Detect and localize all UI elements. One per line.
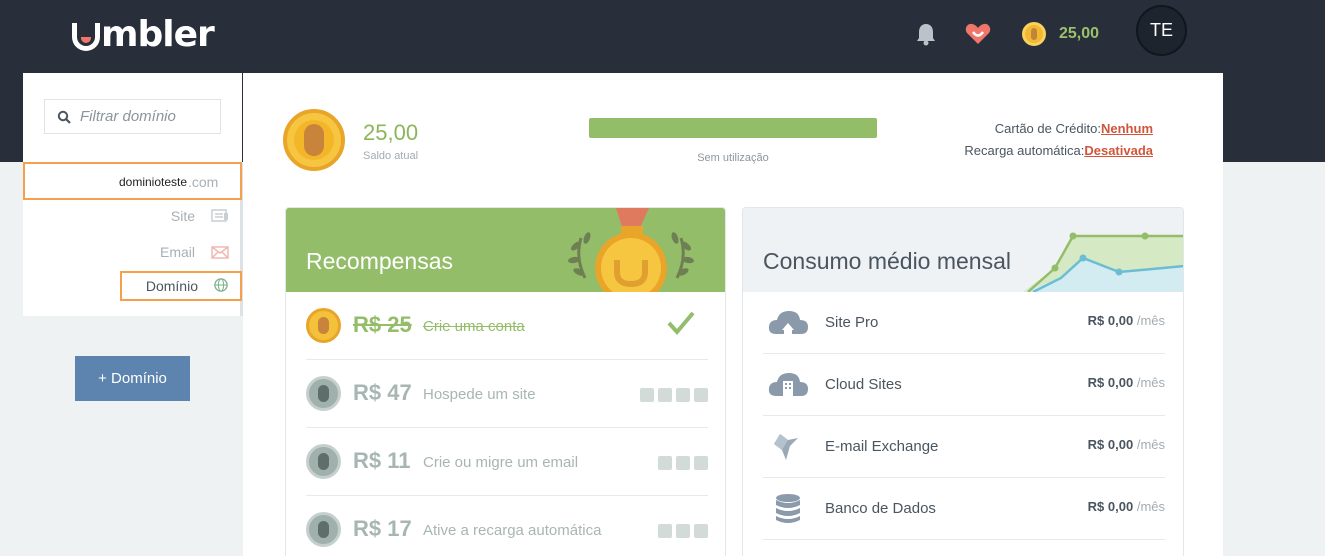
logo-u-mark [72,23,100,51]
price-unit: /mês [1136,313,1165,328]
reward-row[interactable]: R$ 17 Ative a recarga automática [306,496,708,556]
service-price: R$ 0,00 /mês [1088,313,1165,328]
rewards-header: Recompensas [286,208,725,292]
consumo-header: Consumo médio mensal [743,208,1183,292]
database-icon [776,494,800,523]
coin-icon [306,444,341,479]
auto-recharge-link[interactable]: Desativada [1084,143,1153,158]
domain-item[interactable]: dominioteste .com [23,162,242,200]
service-name: E-mail Exchange [825,438,939,455]
reward-progress [658,524,708,538]
sidebar-item-dominio[interactable]: Domínio [120,271,242,301]
medal-icon [568,208,694,292]
price-unit: /mês [1136,499,1165,514]
credit-card-label: Cartão de Crédito: [994,121,1101,136]
reward-row: R$ 25 Crie uma conta [306,292,708,360]
filter-domain-input[interactable] [80,108,220,125]
search-icon [57,110,71,124]
sidebar-item-label: Email [159,244,195,260]
service-price: R$ 0,00 /mês [1088,375,1165,390]
globe-icon [214,278,228,292]
sidebar: dominioteste .com Site Email Domínio + D… [23,73,244,556]
service-price: R$ 0,00 /mês [1088,499,1165,514]
coin-icon [306,308,341,343]
logo-text: mbler [101,13,215,55]
balance-label: Saldo atual [363,150,419,162]
reward-description: Ative a recarga automática [423,522,602,539]
coin-icon [306,376,341,411]
reward-progress [640,388,708,402]
credit-card-row: Cartão de Crédito:Nenhum [995,121,1153,136]
main-panel: 25,00 Saldo atual Sem utilização Cartão … [243,73,1223,556]
reward-amount: R$ 17 [353,516,412,541]
sidebar-item-label: Domínio [145,278,198,294]
consumo-card: Consumo médio mensal Site Pro R$ 0,00 /m… [742,207,1184,556]
service-row-banco-de-dados[interactable]: Banco de Dados R$ 0,00 /mês [763,478,1165,540]
check-icon [667,311,695,336]
reward-row[interactable]: R$ 47 Hospede um site [306,360,708,428]
reward-amount: R$ 25 [353,312,412,337]
reward-amount: R$ 47 [353,380,412,405]
sidebar-item-label: Site [170,208,195,224]
service-row-site-pro[interactable]: Site Pro R$ 0,00 /mês [763,292,1165,354]
service-name: Banco de Dados [825,500,936,517]
bell-icon[interactable] [915,22,937,46]
price-value: R$ 0,00 [1087,313,1134,328]
service-name: Cloud Sites [825,376,902,393]
service-row-cloud-sites[interactable]: Cloud Sites R$ 0,00 /mês [763,354,1165,416]
reward-row[interactable]: R$ 11 Crie ou migre um email [306,428,708,496]
price-value: R$ 0,00 [1087,437,1134,452]
exchange-icon [774,434,798,460]
consumo-title: Consumo médio mensal [763,248,1012,274]
domain-name: dominioteste [119,175,188,189]
usage-bar [589,118,877,138]
service-price: R$ 0,00 /mês [1088,437,1165,452]
service-name: Site Pro [825,314,879,331]
coin-icon [306,512,341,547]
filter-domain-field[interactable] [44,99,221,134]
auto-recharge-row: Recarga automática:Desativada [964,143,1153,158]
usage-label: Sem utilização [697,152,769,164]
reward-progress [658,456,708,470]
email-icon [211,246,229,259]
price-unit: /mês [1136,375,1165,390]
rewards-card: Recompensas R$ 25 Crie uma conta R$ 47 H… [285,207,726,556]
price-value: R$ 0,00 [1087,375,1134,390]
price-value: R$ 0,00 [1087,499,1134,514]
add-domain-button[interactable]: + Domínio [75,356,190,401]
coin-icon [1022,22,1046,46]
coin-icon [283,109,345,171]
chart-decoration [1023,232,1183,292]
top-actions: 25,00 TE [905,5,1325,56]
domain-extension: .com [188,174,219,190]
reward-description: Crie ou migre um email [423,454,579,471]
cloud-building-icon [768,373,808,396]
site-icon [211,209,228,222]
service-row-email-exchange[interactable]: E-mail Exchange R$ 0,00 /mês [763,416,1165,478]
balance-value: 25,00 [363,120,419,145]
reward-description: Hospede um site [423,386,536,403]
heart-icon[interactable] [965,23,991,45]
umbler-logo[interactable]: mbler [72,13,215,55]
auto-recharge-label: Recarga automática: [964,143,1085,158]
reward-amount: R$ 11 [353,448,411,473]
header-balance[interactable]: 25,00 [1059,25,1099,43]
price-unit: /mês [1136,437,1165,452]
avatar[interactable]: TE [1136,5,1187,56]
cloud-house-icon [768,311,808,334]
sidebar-item-email[interactable]: Email [23,237,242,267]
rewards-title: Recompensas [306,248,454,274]
reward-description: Crie uma conta [423,318,525,335]
credit-card-link[interactable]: Nenhum [1101,121,1153,136]
sidebar-item-site[interactable]: Site [23,201,242,231]
